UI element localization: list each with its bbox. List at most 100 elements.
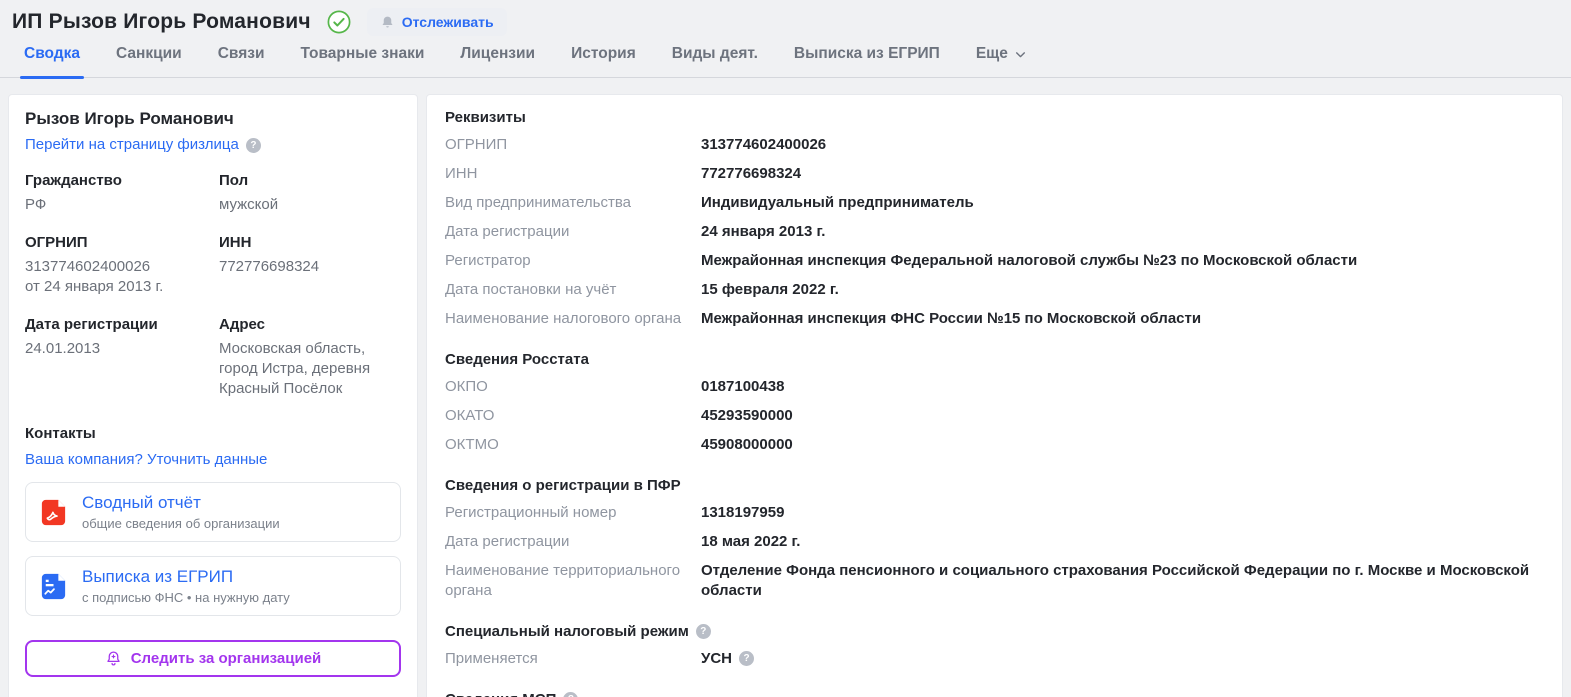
person-name: Рызов Игорь Романович [25, 109, 234, 128]
help-icon[interactable]: ? [245, 138, 261, 153]
detail-label: ОКПО [445, 378, 488, 395]
details-column: Реквизиты ОГРНИП 313774602400026 ИНН 772… [426, 94, 1563, 697]
address-label: Адрес [219, 316, 266, 333]
bell-icon [382, 16, 393, 27]
detail-row: Дата постановки на учёт 15 февраля 2022 … [445, 280, 1544, 300]
help-icon[interactable]: ? [563, 692, 579, 697]
ogrnip-label: ОГРНИП [25, 234, 88, 251]
detail-row: Регистратор Межрайонная инспекция Федера… [445, 251, 1544, 271]
profile-card: Рызов Игорь Романович Перейти на страниц… [8, 94, 418, 697]
ogrnip-value: 313774602400026 от 24 января 2013 г. [25, 258, 164, 295]
help-icon[interactable]: ? [695, 624, 711, 639]
tab-vidy-deyat[interactable]: Виды деят. [672, 45, 758, 77]
verified-check-icon [327, 10, 351, 34]
pdf-icon [41, 499, 66, 525]
detail-row: Регистрационный номер 1318197959 [445, 503, 1544, 523]
detail-row: Вид предпринимательства Индивидуальный п… [445, 193, 1544, 213]
detail-row: Наименование налогового органа Межрайонн… [445, 309, 1544, 329]
inn-value: 772776698324 [219, 258, 320, 275]
detail-label: ОКАТО [445, 407, 495, 424]
detail-label: ОГРНИП [445, 136, 508, 153]
track-button[interactable]: Отслеживать [366, 8, 507, 36]
details-card: Реквизиты ОГРНИП 313774602400026 ИНН 772… [426, 94, 1563, 697]
tab-licenzii[interactable]: Лицензии [460, 45, 535, 77]
track-button-label: Отслеживать [401, 14, 494, 30]
detail-label: Дата регистрации [445, 533, 570, 550]
gender-value: мужской [219, 196, 279, 213]
summary-report-subtitle: общие сведения об организации [82, 516, 280, 531]
detail-row: ОКПО 0187100438 [445, 377, 1544, 397]
section-title-pfr: Сведения о регистрации в ПФР [445, 477, 681, 494]
profile-fields: Гражданство РФ Пол мужской ОГРНИП 313774… [25, 153, 401, 399]
egrip-report-title: Выписка из ЕГРИП [82, 567, 234, 586]
detail-value: 313774602400026 [701, 136, 827, 153]
registration-date-value: 24.01.2013 [25, 340, 101, 357]
contacts-title: Контакты [25, 425, 96, 442]
detail-value: Межрайонная инспекция Федеральной налого… [701, 252, 1358, 269]
tab-bar: Сводка Санкции Связи Товарные знаки Лице… [0, 38, 1571, 79]
detail-value: Отделение Фонда пенсионного и социальног… [701, 562, 1530, 599]
tab-tovarnye-znaki[interactable]: Товарные знаки [301, 45, 425, 77]
content-area: Рызов Игорь Романович Перейти на страниц… [0, 78, 1571, 697]
detail-value: 772776698324 [701, 165, 802, 182]
detail-value: 45293590000 [701, 407, 793, 424]
detail-label: Вид предпринимательства [445, 194, 631, 211]
detail-label: Регистрационный номер [445, 504, 617, 521]
top-bar: ИП Рызов Игорь Романович Отслеживать [0, 0, 1571, 38]
tab-svyazi[interactable]: Связи [218, 45, 265, 77]
detail-value: 24 января 2013 г. [701, 223, 826, 240]
section-title-msp: Сведения МСП ? [445, 691, 1544, 697]
summary-report-card[interactable]: Сводный отчёт общие сведения об организа… [25, 482, 401, 542]
egrip-report-card[interactable]: Выписка из ЕГРИП с подписью ФНС • на нуж… [25, 556, 401, 616]
detail-value: 18 мая 2022 г. [701, 533, 801, 550]
detail-label: ИНН [445, 165, 478, 182]
update-data-link[interactable]: Ваша компания? Уточнить данные [25, 451, 267, 468]
detail-value: Индивидуальный предприниматель [701, 194, 974, 211]
detail-label: Регистратор [445, 252, 531, 269]
detail-value: 15 февраля 2022 г. [701, 281, 839, 298]
detail-label: ОКТМО [445, 436, 499, 453]
detail-label: Дата регистрации [445, 223, 570, 240]
page-title: ИП Рызов Игорь Романович [12, 10, 311, 33]
detail-row: ИНН 772776698324 [445, 164, 1544, 184]
section-title-tax-regime: Специальный налоговый режим ? [445, 623, 1544, 640]
person-page-link[interactable]: Перейти на страницу физлица [25, 136, 239, 153]
section-title-rekvizity: Реквизиты [445, 109, 526, 126]
egrip-report-subtitle: с подписью ФНС • на нужную дату [82, 590, 290, 605]
follow-organization-button[interactable]: Следить за организацией [25, 640, 401, 677]
detail-label: Наименование налогового органа [445, 310, 682, 327]
detail-value: 0187100438 [701, 378, 785, 395]
inn-label: ИНН [219, 234, 252, 251]
tab-sankcii[interactable]: Санкции [116, 45, 182, 77]
detail-row: Наименование территориального органа Отд… [445, 561, 1544, 601]
detail-label: Дата постановки на учёт [445, 281, 617, 298]
detail-row: Дата регистрации 18 мая 2022 г. [445, 532, 1544, 552]
detail-label: Применяется [445, 650, 538, 667]
citizenship-label: Гражданство [25, 172, 122, 189]
follow-button-label: Следить за организацией [130, 650, 322, 667]
bell-plus-icon [107, 651, 120, 666]
detail-value: 1318197959 [701, 504, 785, 521]
tab-vypiska-egrip[interactable]: Выписка из ЕГРИП [794, 45, 940, 77]
egrip-doc-icon [41, 573, 66, 599]
detail-row: Дата регистрации 24 января 2013 г. [445, 222, 1544, 242]
tab-more[interactable]: Еще [976, 45, 1027, 77]
help-icon[interactable]: ? [739, 651, 754, 666]
detail-label: Наименование территориального органа [445, 562, 681, 599]
address-value: Московская область, город Истра, деревня… [219, 340, 371, 397]
detail-row: ОКТМО 45908000000 [445, 435, 1544, 455]
registration-date-label: Дата регистрации [25, 316, 158, 333]
detail-value: Межрайонная инспекция ФНС России №15 по … [701, 310, 1202, 327]
detail-value: УСН ? [701, 649, 754, 669]
chevron-down-icon [1015, 51, 1025, 57]
ogrnip-date: от 24 января 2013 г. [25, 278, 164, 295]
section-title-rosstat: Сведения Росстата [445, 351, 589, 368]
detail-row: ОКАТО 45293590000 [445, 406, 1544, 426]
detail-row: ОГРНИП 313774602400026 [445, 135, 1544, 155]
citizenship-value: РФ [25, 196, 47, 213]
summary-report-title: Сводный отчёт [82, 493, 201, 512]
tab-svodka[interactable]: Сводка [20, 45, 84, 79]
gender-label: Пол [219, 172, 249, 189]
detail-row: Применяется УСН ? [445, 649, 1544, 669]
tab-istoriya[interactable]: История [571, 45, 636, 77]
